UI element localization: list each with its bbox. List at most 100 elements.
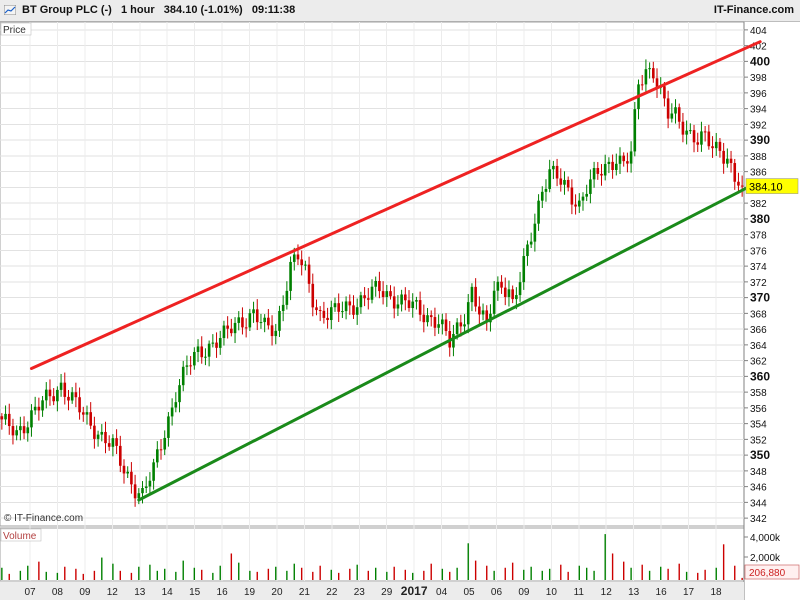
candle-body xyxy=(411,301,415,309)
candle-body xyxy=(267,317,270,326)
y-tick-label: 390 xyxy=(750,133,770,147)
candle-body xyxy=(366,298,370,300)
y-tick-label: 376 xyxy=(750,246,767,257)
candle-body xyxy=(500,281,503,288)
candle-body xyxy=(618,155,622,164)
volume-tick-label: 4,000k xyxy=(750,533,781,544)
x-tick-label: 2017 xyxy=(401,584,428,598)
candle-body xyxy=(426,315,429,323)
y-tick-label: 398 xyxy=(750,73,767,84)
candle-body xyxy=(404,294,407,301)
candle-body xyxy=(577,200,581,207)
y-tick-label: 372 xyxy=(750,278,767,289)
candle-body xyxy=(15,430,18,436)
chart-window: BT Group PLC (-) 1 hour 384.10 (-1.01%) … xyxy=(0,0,800,600)
x-tick-label: 07 xyxy=(24,587,36,598)
candle-body xyxy=(496,281,500,291)
y-tick-label: 368 xyxy=(750,309,767,320)
candle-body xyxy=(463,324,466,327)
candle-body xyxy=(70,392,74,401)
candle-body xyxy=(718,141,722,151)
candle-body xyxy=(33,406,37,411)
y-tick-label: 350 xyxy=(750,448,770,462)
candle-body xyxy=(296,254,300,260)
candle-body xyxy=(218,338,222,348)
candle-body xyxy=(622,155,626,162)
y-tick-label: 394 xyxy=(750,105,767,116)
x-tick-label: 23 xyxy=(354,587,366,598)
candle-body xyxy=(167,416,170,438)
x-tick-label: 16 xyxy=(217,587,229,598)
candle-body xyxy=(574,204,577,207)
candle-body xyxy=(726,158,729,164)
candle-body xyxy=(107,443,111,447)
candle-body xyxy=(666,98,670,119)
candle-body xyxy=(196,346,200,352)
candle-body xyxy=(159,449,163,451)
candle-body xyxy=(696,142,700,145)
candle-body xyxy=(41,400,44,411)
candle-body xyxy=(133,484,137,499)
candle-body xyxy=(307,264,311,284)
candle-body xyxy=(370,286,374,300)
candle-body xyxy=(363,295,366,299)
candle-body xyxy=(722,150,725,164)
x-tick-label: 12 xyxy=(601,587,613,598)
candle-body xyxy=(85,412,89,415)
candle-body xyxy=(481,310,485,315)
x-tick-label: 10 xyxy=(546,587,558,598)
candle-body xyxy=(689,130,692,132)
candle-body xyxy=(222,325,226,339)
x-tick-label: 13 xyxy=(628,587,640,598)
candle-body xyxy=(374,280,378,287)
candle-body xyxy=(740,185,744,187)
candle-body xyxy=(533,223,537,242)
candle-body xyxy=(714,141,718,149)
candle-body xyxy=(737,181,740,186)
y-tick-label: 346 xyxy=(750,483,767,494)
candle-body xyxy=(644,69,648,85)
candle-body xyxy=(289,261,292,291)
candle-body xyxy=(548,169,551,189)
candle-body xyxy=(629,151,633,164)
y-tick-label: 344 xyxy=(750,498,767,509)
candle-body xyxy=(437,324,440,328)
candle-body xyxy=(585,193,588,197)
candle-body xyxy=(552,165,555,170)
candle-body xyxy=(607,161,611,165)
candle-body xyxy=(596,168,600,174)
candle-body xyxy=(703,131,707,133)
candle-body xyxy=(244,327,248,329)
x-tick-label: 12 xyxy=(107,587,119,598)
candle-body xyxy=(685,130,688,135)
x-tick-label: 29 xyxy=(381,587,393,598)
candle-body xyxy=(592,168,596,180)
candle-body xyxy=(429,315,433,318)
candle-body xyxy=(252,309,255,314)
candle-body xyxy=(207,343,211,357)
y-tick-label: 366 xyxy=(750,325,767,336)
candle-body xyxy=(230,328,233,334)
candle-body xyxy=(204,356,207,358)
candle-body xyxy=(563,179,566,185)
candle-body xyxy=(122,465,126,474)
candle-body xyxy=(677,107,681,122)
price-panel-label: Price xyxy=(3,25,26,36)
candle-body xyxy=(640,84,644,86)
candle-body xyxy=(648,68,651,70)
candle-body xyxy=(441,319,444,325)
candle-body xyxy=(537,200,540,224)
candle-body xyxy=(30,410,33,428)
candle-body xyxy=(59,382,63,390)
candle-body xyxy=(589,179,592,194)
candle-body xyxy=(170,407,174,417)
candle-body xyxy=(278,310,281,331)
candle-body xyxy=(515,295,518,300)
candle-body xyxy=(237,317,241,323)
candle-body xyxy=(78,397,81,413)
candle-body xyxy=(333,303,337,308)
candle-body xyxy=(63,382,67,397)
candle-body xyxy=(100,431,104,435)
candle-body xyxy=(478,306,481,315)
candle-body xyxy=(200,346,204,358)
